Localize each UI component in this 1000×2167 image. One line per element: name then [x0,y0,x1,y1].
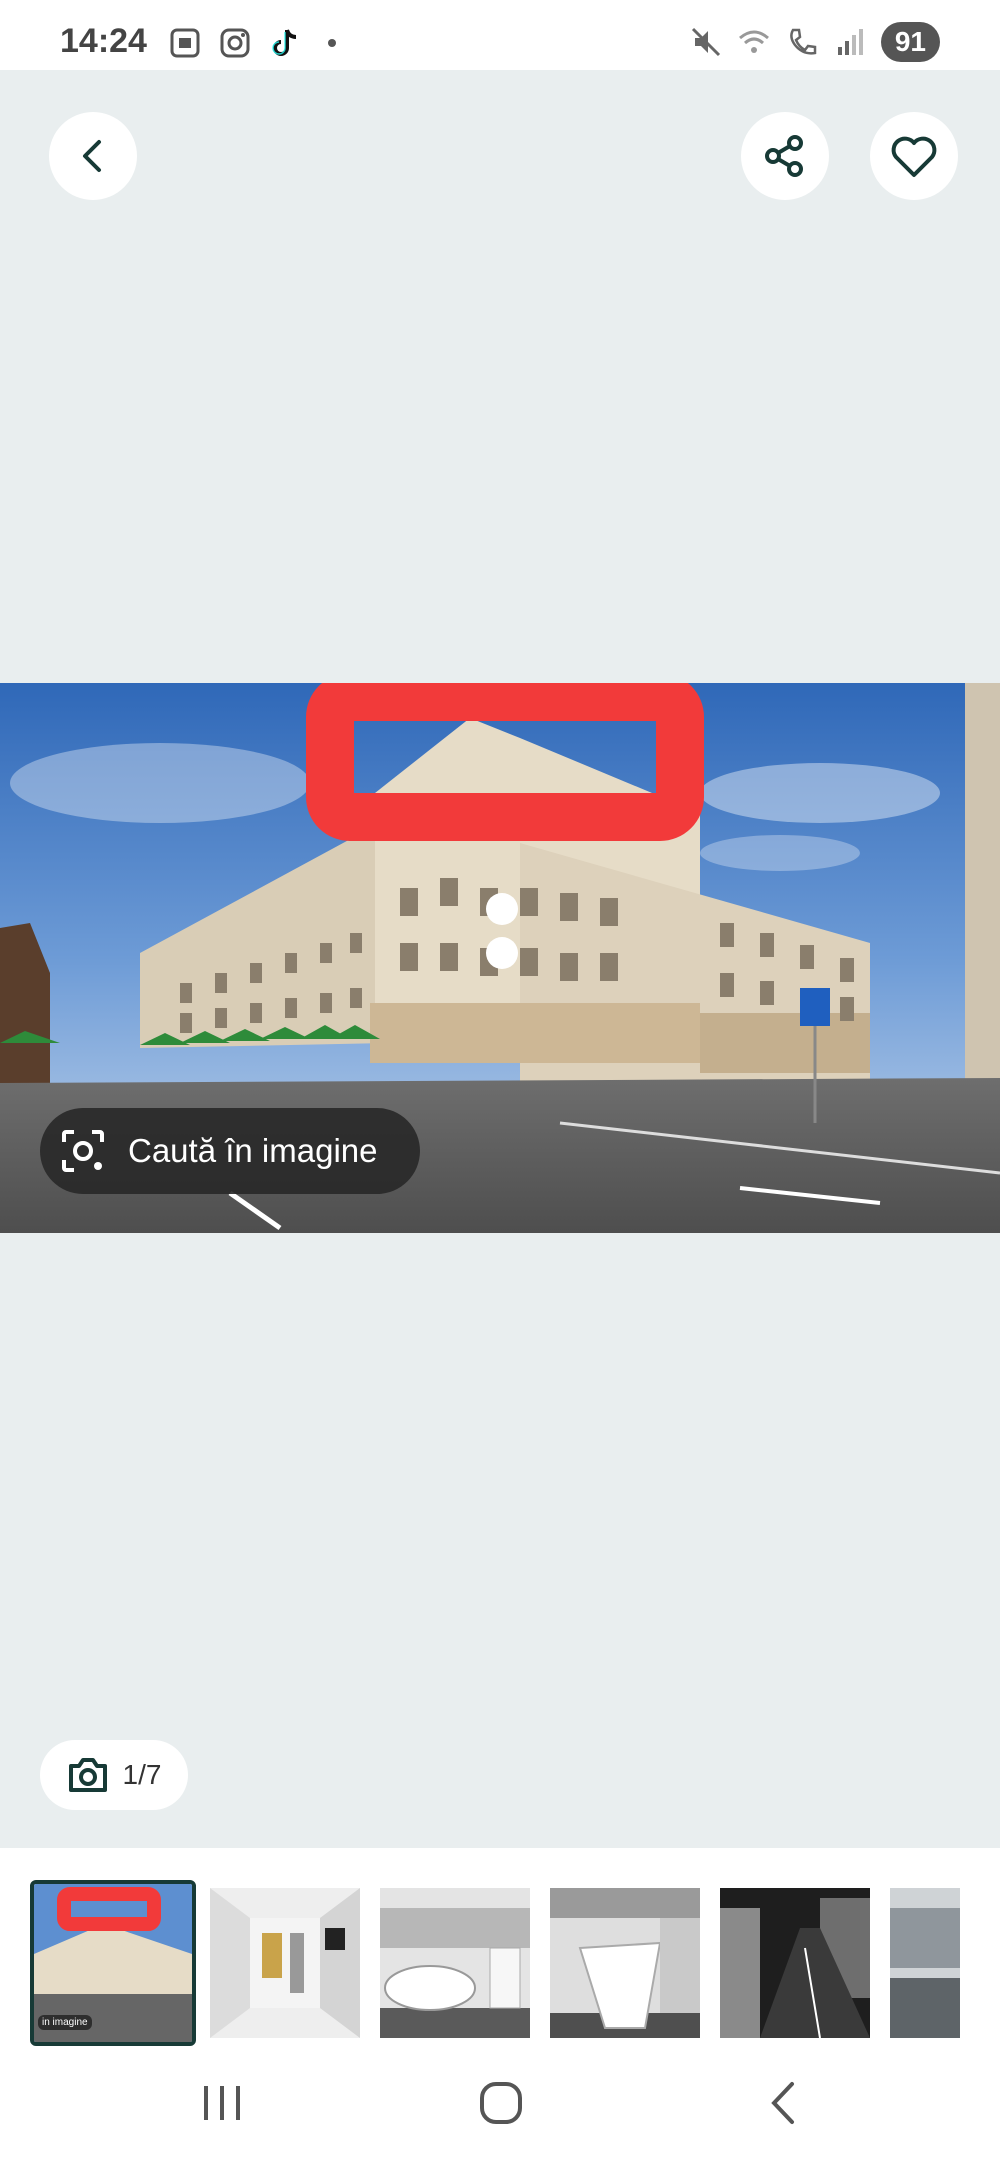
thumbnail-5[interactable] [720,1888,870,2038]
screenshot-icon [170,28,200,58]
listing-photo[interactable]: Caută în imagine [0,683,1000,1233]
status-time: 14:24 [60,22,147,60]
thumbnail-6[interactable] [890,1888,960,2038]
search-in-image-button[interactable]: Caută în imagine [40,1108,420,1194]
thumbnail-image [550,1888,700,2038]
thumbnail-3[interactable] [380,1888,530,2038]
thumbnail-image [380,1888,530,2038]
tiktok-icon [272,29,297,56]
share-button[interactable] [741,112,829,200]
photo-counter[interactable]: 1/7 [40,1740,188,1810]
home-icon[interactable] [478,2078,524,2128]
thumbnail-2[interactable] [210,1888,360,2038]
back-button[interactable] [49,112,137,200]
system-navigation-bar [0,2048,1000,2167]
signal-icon [837,29,863,55]
thumbnail-image [720,1888,870,2038]
back-nav-icon[interactable] [762,2078,802,2128]
wifi-icon [738,30,769,53]
notification-dot [328,39,336,47]
heart-icon [891,136,937,177]
photo-counter-text: 1/7 [122,1759,162,1790]
thumbnail-image [210,1888,360,2038]
call-icon [790,28,817,55]
search-in-image-label: Caută în imagine [128,1132,378,1169]
status-right-icons: 91 [689,22,940,62]
mute-icon [691,27,720,57]
thumbnail-4[interactable] [550,1888,700,2038]
thumbnail-1[interactable]: in imagine [30,1880,196,2046]
battery-level: 91 [880,22,940,62]
share-icon [765,135,803,177]
thumbnail-label: in imagine [38,2015,92,2030]
thumbnail-strip: in imagine [0,1848,1000,2048]
back-icon [83,140,101,172]
status-bar: 14:24 91 [0,0,1000,70]
instagram-icon [220,28,250,58]
favorite-button[interactable] [870,112,958,200]
recent-apps-icon[interactable] [200,2078,244,2128]
camera-icon [68,1758,107,1792]
status-left-icons [168,26,336,60]
lens-icon [62,1130,104,1172]
thumbnail-image [890,1888,960,2038]
